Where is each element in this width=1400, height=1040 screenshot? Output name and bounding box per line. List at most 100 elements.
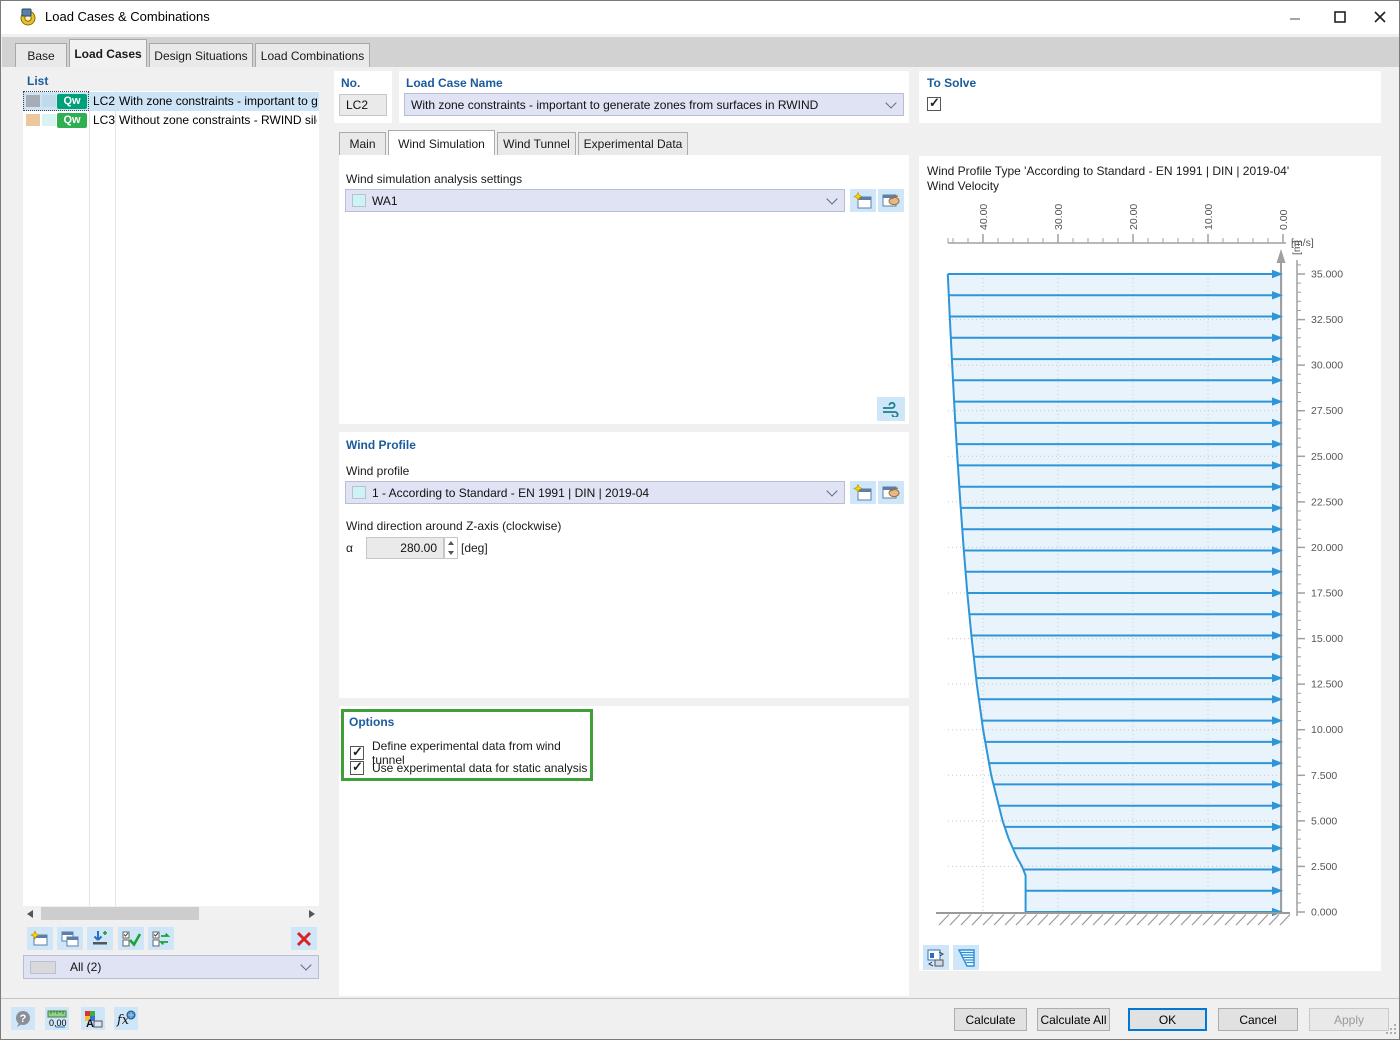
spinner-down[interactable] (445, 548, 457, 558)
tab-load-combinations[interactable]: Load Combinations (255, 43, 370, 67)
wind-profile-label: Wind profile (346, 464, 409, 478)
alpha-unit: [deg] (461, 541, 488, 555)
fx-icon: fx (116, 1009, 136, 1029)
toggle-check-icon (151, 930, 171, 948)
load-cases-dialog: Load Cases & Combinations Base Load Case… (0, 0, 1400, 1040)
formula-button[interactable]: fx (114, 1007, 138, 1030)
tab-base[interactable]: Base (15, 43, 67, 67)
list-column-divider (89, 91, 90, 906)
wind-profile-shape-icon (956, 948, 976, 968)
new-case-button[interactable] (27, 927, 53, 950)
select-all-button[interactable] (118, 927, 144, 950)
units-ruler-icon: 0,00 (47, 1009, 67, 1029)
minimize-button[interactable] (1272, 2, 1317, 32)
svg-text:[m]: [m] (1291, 240, 1303, 255)
wind-direction-spinner[interactable] (444, 537, 458, 559)
list-horizontal-scrollbar[interactable] (23, 906, 319, 921)
copy-icon (60, 930, 80, 948)
use-experimental-checkbox[interactable] (350, 761, 364, 775)
ok-button[interactable]: OK (1128, 1008, 1207, 1031)
profile-display-button[interactable] (953, 945, 979, 970)
calculate-button[interactable]: Calculate (954, 1008, 1027, 1031)
delete-case-button[interactable] (291, 927, 317, 950)
svg-text:30.000: 30.000 (1311, 360, 1343, 372)
subtab-wind-simulation[interactable]: Wind Simulation (388, 130, 495, 156)
resize-grip[interactable] (1385, 1023, 1397, 1035)
case-id: LC3 (93, 113, 115, 127)
wind-profile-chart: 40.0030.0020.0010.000.00[m/s]35.00032.50… (919, 193, 1379, 938)
edit-window-hand-icon (881, 192, 901, 210)
case-id: LC2 (93, 94, 115, 108)
define-experimental-checkbox[interactable] (350, 746, 364, 760)
chevron-down-icon (885, 97, 896, 108)
cancel-button[interactable]: Cancel (1218, 1008, 1298, 1031)
close-button[interactable] (1361, 2, 1399, 32)
list-item-lc3[interactable]: Qw LC3 Without zone constraints - RWIND … (23, 111, 319, 130)
display-settings-button[interactable]: A (81, 1007, 105, 1030)
to-solve-label: To Solve (927, 76, 976, 90)
case-number-field[interactable]: LC2 (339, 94, 387, 116)
list-header: List (27, 74, 48, 88)
main-tab-strip: Base Load Cases Design Situations Load C… (2, 37, 1400, 67)
svg-text:32.500: 32.500 (1311, 314, 1343, 326)
calculate-all-button[interactable]: Calculate All (1037, 1008, 1110, 1031)
chart-view-button[interactable] (923, 945, 949, 970)
subtab-main[interactable]: Main (339, 132, 386, 155)
insert-arrow-icon (90, 930, 110, 948)
svg-text:35.000: 35.000 (1311, 269, 1343, 281)
profile-swatch (352, 486, 366, 499)
chevron-down-icon (826, 485, 837, 496)
option-use-experimental[interactable]: Use experimental data for static analysi… (350, 761, 587, 775)
help-button[interactable]: ? (11, 1007, 35, 1030)
scroll-right-arrow[interactable] (305, 906, 319, 921)
load-case-name-value: With zone constraints - important to gen… (411, 98, 881, 112)
maximize-button[interactable] (1317, 2, 1362, 32)
chevron-down-icon (826, 193, 837, 204)
copy-case-button[interactable] (57, 927, 83, 950)
case-name: With zone constraints - important to ge (119, 94, 317, 108)
options-panel: Options Define experimental data from wi… (339, 706, 909, 996)
delete-x-icon (296, 931, 312, 947)
wind-profile-value: 1 - According to Standard - EN 1991 | DI… (372, 486, 822, 500)
insert-case-button[interactable] (87, 927, 113, 950)
load-case-name-dropdown[interactable]: With zone constraints - important to gen… (404, 93, 904, 116)
to-solve-checkbox[interactable] (927, 97, 941, 111)
spinner-up[interactable] (445, 538, 457, 548)
svg-text:25.000: 25.000 (1311, 451, 1343, 463)
category-badge: Qw (57, 94, 87, 109)
wind-profile-dropdown[interactable]: 1 - According to Standard - EN 1991 | DI… (345, 481, 845, 504)
svg-text:7.500: 7.500 (1311, 770, 1337, 782)
svg-text:10.00: 10.00 (1203, 204, 1215, 230)
units-settings-button[interactable]: 0,00 (45, 1007, 69, 1030)
scrollbar-thumb[interactable] (41, 907, 199, 920)
filter-swatch (30, 961, 56, 974)
wind-direction-input[interactable]: 280.00 (366, 537, 444, 559)
subtab-wind-tunnel[interactable]: Wind Tunnel (497, 132, 576, 155)
load-case-name-label: Load Case Name (406, 76, 503, 90)
filter-value: All (2) (70, 960, 296, 974)
subtab-experimental-data[interactable]: Experimental Data (578, 132, 688, 155)
footer-divider (1, 998, 1400, 999)
tab-design-situations[interactable]: Design Situations (149, 43, 253, 67)
scroll-left-arrow[interactable] (23, 906, 37, 921)
title-bar[interactable]: Load Cases & Combinations (1, 1, 1399, 34)
chart-subtitle: Wind Velocity (927, 179, 999, 193)
edit-settings-button[interactable] (878, 189, 904, 212)
new-settings-button[interactable] (850, 189, 876, 212)
color-swatch (42, 114, 56, 126)
wind-sim-settings-value: WA1 (372, 194, 822, 208)
edit-profile-button[interactable] (878, 481, 904, 504)
list-item-lc2[interactable]: Qw LC2 With zone constraints - important… (23, 92, 319, 111)
apply-button[interactable]: Apply (1309, 1008, 1389, 1031)
tab-load-cases[interactable]: Load Cases (69, 39, 147, 67)
new-profile-button[interactable] (850, 481, 876, 504)
no-label: No. (341, 76, 360, 90)
svg-text:12.500: 12.500 (1311, 679, 1343, 691)
invert-selection-button[interactable] (148, 927, 174, 950)
wind-profile-panel: Wind Profile Wind profile Wind direction… (339, 432, 909, 698)
svg-text:17.500: 17.500 (1311, 588, 1343, 600)
wind-sim-settings-dropdown[interactable]: WA1 (345, 189, 845, 212)
new-window-star-icon (853, 484, 873, 502)
wind-settings-button[interactable] (877, 397, 905, 421)
list-filter-dropdown[interactable]: All (2) (23, 955, 319, 979)
